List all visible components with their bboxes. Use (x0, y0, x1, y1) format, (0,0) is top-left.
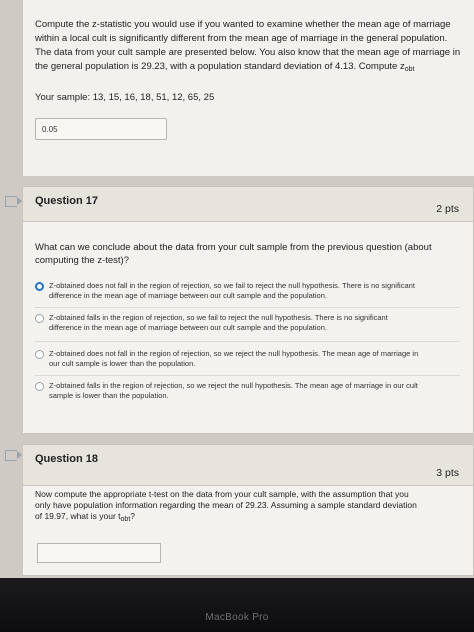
question-17-header: Question 17 2 pts (23, 187, 473, 222)
t-subscript: obt (120, 516, 131, 523)
question-18-answer-input[interactable] (37, 543, 161, 563)
option-3-line-2: our cult sample is lower than the popula… (49, 359, 196, 368)
previous-question-text: Compute the z-statistic you would use if… (35, 18, 465, 77)
flag-icon[interactable] (5, 450, 22, 461)
prev-line-4: the general population is 29.23, with a … (35, 60, 465, 77)
q18-line-3-text: of 19.97, what is your t (35, 511, 121, 521)
radio-selected-icon[interactable] (35, 282, 44, 291)
radio-icon[interactable] (35, 350, 44, 359)
quiz-page: Compute the z-statistic you would use if… (0, 0, 474, 632)
prev-line-3: The data from your cult sample are prese… (35, 47, 461, 58)
q17-prompt-line-1: What can we conclude about the data from… (35, 242, 432, 253)
q18-line-3-suffix: ? (130, 511, 135, 521)
answer-option-2[interactable]: Z-obtained falls in the region of reject… (35, 313, 460, 333)
option-divider (35, 307, 460, 308)
option-3-line-1: Z-obtained does not fall in the region o… (49, 349, 419, 358)
prev-line-2: within a local cult is significantly dif… (35, 33, 448, 44)
question-18-card: Question 18 3 pts Now compute the approp… (22, 444, 474, 576)
q18-prompt-line-3: of 19.97, what is your tobt? (35, 511, 455, 525)
laptop-model-label: MacBook Pro (205, 612, 269, 623)
question-18-points: 3 pts (436, 467, 459, 479)
answer-option-3[interactable]: Z-obtained does not fall in the region o… (35, 349, 460, 369)
option-4-line-1: Z-obtained falls in the region of reject… (49, 381, 418, 390)
radio-icon[interactable] (35, 314, 44, 323)
question-17-card: Question 17 2 pts What can we conclude a… (22, 186, 474, 434)
q18-prompt-line-1: Now compute the appropriate t-test on th… (35, 489, 409, 499)
previous-answer-input[interactable]: 0.05 (35, 118, 167, 140)
option-2-line-2: difference in the mean age of marriage b… (49, 323, 327, 332)
question-18-prompt: Now compute the appropriate t-test on th… (35, 489, 455, 525)
previous-question-card: Compute the z-statistic you would use if… (22, 0, 474, 176)
prev-line-1: Compute the z-statistic you would use if… (35, 19, 451, 30)
option-4-line-2: sample is lower than the population. (49, 391, 169, 400)
option-1-line-1: Z-obtained does not fall in the region o… (49, 281, 415, 290)
question-18-header: Question 18 3 pts (23, 445, 473, 486)
option-divider (35, 375, 460, 376)
question-18-title: Question 18 (35, 453, 98, 465)
option-2-line-1: Z-obtained falls in the region of reject… (49, 313, 388, 322)
q18-prompt-line-2: only have population information regardi… (35, 500, 417, 510)
question-17-title: Question 17 (35, 195, 98, 207)
z-subscript: obt (404, 66, 415, 73)
answer-option-4[interactable]: Z-obtained falls in the region of reject… (35, 381, 460, 401)
sample-values: Your sample: 13, 15, 16, 18, 51, 12, 65,… (35, 92, 215, 103)
flag-icon[interactable] (5, 196, 22, 207)
radio-icon[interactable] (35, 382, 44, 391)
q17-prompt-line-2: computing the z-test)? (35, 255, 129, 266)
prev-line-4-text: the general population is 29.23, with a … (35, 61, 405, 72)
laptop-bezel: MacBook Pro (0, 578, 474, 632)
question-17-prompt: What can we conclude about the data from… (35, 241, 435, 267)
question-17-points: 2 pts (436, 203, 459, 215)
option-1-line-2: difference in the mean age of marriage b… (49, 291, 327, 300)
answer-option-1[interactable]: Z-obtained does not fall in the region o… (35, 281, 460, 301)
option-divider (35, 341, 460, 342)
